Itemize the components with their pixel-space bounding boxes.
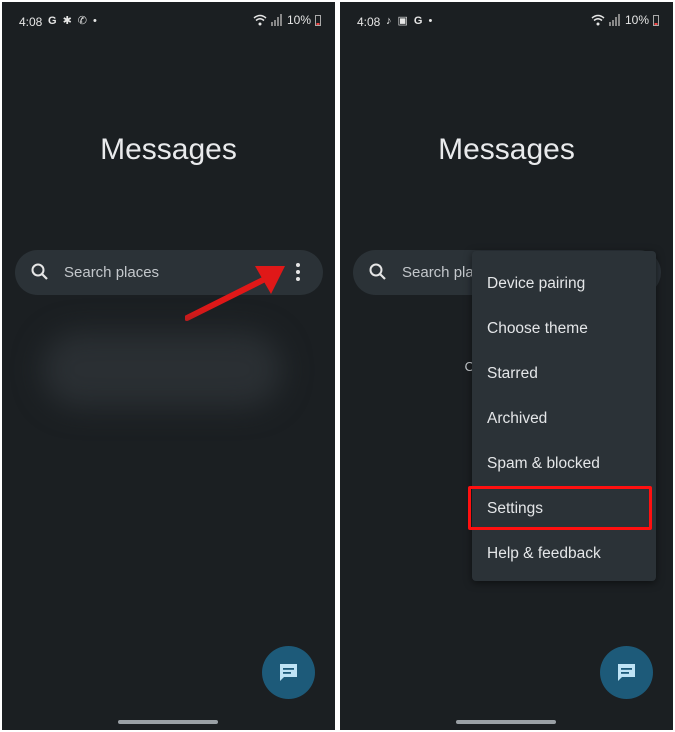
google-icon: G bbox=[48, 15, 57, 27]
status-time: 4:08 bbox=[357, 15, 381, 29]
battery-icon bbox=[653, 15, 659, 26]
start-chat-button[interactable] bbox=[600, 646, 653, 699]
dot-icon: • bbox=[93, 15, 97, 27]
dot-icon: • bbox=[428, 15, 433, 27]
start-chat-button[interactable] bbox=[262, 646, 315, 699]
signal-icon bbox=[270, 14, 282, 26]
menu-item-starred[interactable]: Starred bbox=[487, 365, 538, 383]
blurred-content bbox=[42, 332, 282, 407]
search-input[interactable]: Search places bbox=[64, 264, 159, 281]
battery-percent: 10% bbox=[286, 13, 311, 27]
search-icon bbox=[31, 263, 48, 280]
page-title: Messages bbox=[438, 133, 575, 166]
menu-item-spam-blocked[interactable]: Spam & blocked bbox=[487, 455, 600, 473]
battery-percent: 10% bbox=[624, 13, 649, 27]
status-time: 4:08 bbox=[19, 15, 43, 29]
gesture-bar bbox=[118, 720, 218, 724]
battery-icon bbox=[315, 15, 321, 26]
status-bar: 4:08 ♪ ▣ G • 10% bbox=[340, 12, 673, 32]
menu-item-archived[interactable]: Archived bbox=[487, 410, 547, 428]
more-options-icon[interactable] bbox=[291, 261, 305, 283]
left-phone-screen: 4:08 G ✱ ✆ • 10% Messages Search places bbox=[2, 2, 335, 730]
message-icon bbox=[280, 664, 297, 681]
search-icon bbox=[369, 263, 386, 280]
google-icon: G bbox=[413, 15, 423, 27]
menu-item-help-feedback[interactable]: Help & feedback bbox=[487, 545, 601, 563]
annotation-arrow-icon bbox=[185, 266, 285, 321]
image-icon: ▣ bbox=[397, 15, 408, 27]
page-title: Messages bbox=[100, 133, 237, 166]
settings-highlight-box bbox=[468, 486, 652, 530]
gesture-bar bbox=[456, 720, 556, 724]
overflow-menu: Device pairing Choose theme Starred Arch… bbox=[472, 251, 656, 581]
settings-gear-icon: ✱ bbox=[62, 15, 72, 27]
signal-icon bbox=[608, 14, 620, 26]
phone-icon: ✆ bbox=[77, 15, 87, 27]
message-icon bbox=[618, 664, 635, 681]
music-note-icon: ♪ bbox=[386, 15, 392, 27]
wifi-icon bbox=[253, 14, 267, 26]
right-phone-screen: 4:08 ♪ ▣ G • 10% Messages Search plac On… bbox=[340, 2, 673, 730]
status-bar: 4:08 G ✱ ✆ • 10% bbox=[2, 12, 335, 32]
menu-item-device-pairing[interactable]: Device pairing bbox=[487, 275, 585, 293]
search-input[interactable]: Search plac bbox=[402, 264, 481, 281]
menu-item-choose-theme[interactable]: Choose theme bbox=[487, 320, 588, 338]
wifi-icon bbox=[591, 14, 605, 26]
